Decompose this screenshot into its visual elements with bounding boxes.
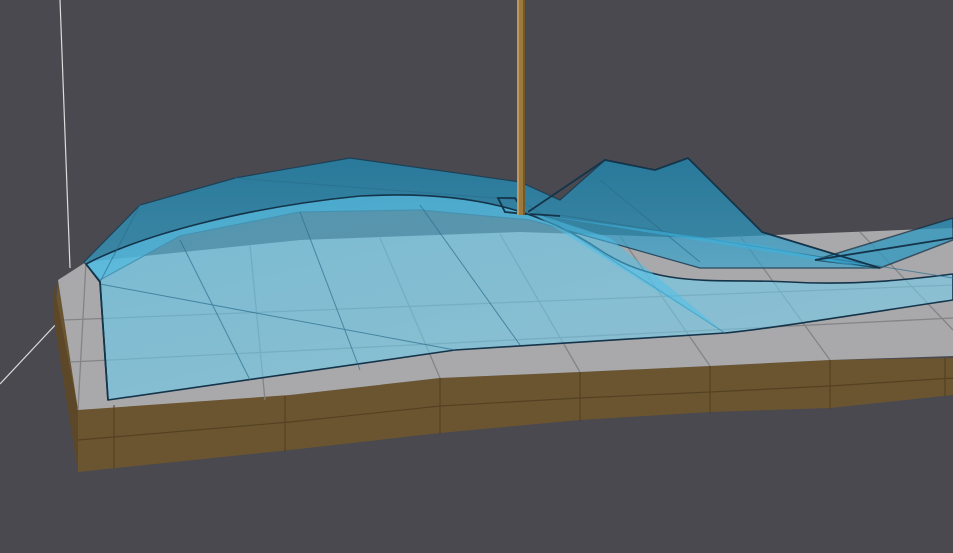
vertical-axis-line — [59, 0, 71, 269]
scene-canvas[interactable] — [0, 0, 953, 553]
3d-viewport[interactable] — [0, 0, 953, 553]
vertical-pole — [517, 0, 525, 215]
diagonal-axis-line — [0, 321, 59, 385]
